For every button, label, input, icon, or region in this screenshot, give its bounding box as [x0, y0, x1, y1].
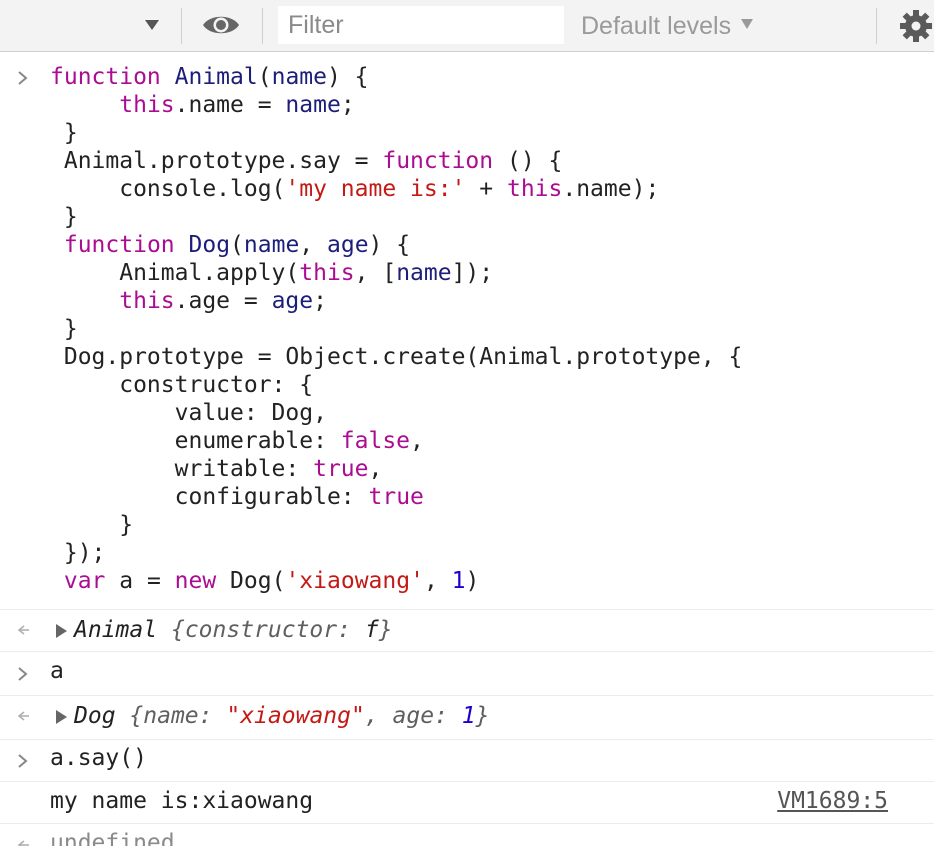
- toolbar-separator: [876, 8, 877, 44]
- console-result-entry: Animal {constructor: f}: [0, 610, 934, 652]
- result-arrow-icon: [17, 840, 29, 846]
- log-levels-dropdown[interactable]: Default levels: [581, 10, 755, 42]
- chevron-right-icon: [18, 71, 28, 85]
- console-toolbar: Default levels: [0, 0, 934, 52]
- toolbar-separator: [262, 8, 263, 44]
- result-arrow-icon: [17, 625, 29, 635]
- chevron-down-icon: [741, 19, 754, 29]
- command-text: a.say(): [50, 745, 147, 771]
- code-input: function Animal(name) { this.name = name…: [50, 64, 743, 594]
- console-result-entry: undefined: [0, 824, 934, 846]
- command-text: a: [50, 658, 64, 684]
- console-input-entry: function Animal(name) { this.name = name…: [0, 52, 934, 610]
- console-input-entry: a: [0, 652, 934, 696]
- console-input-entry: a.say(): [0, 740, 934, 782]
- expand-triangle-icon[interactable]: [54, 709, 68, 725]
- eye-icon[interactable]: [200, 10, 242, 40]
- console-result-entry: Dog {name: "xiaowang", age: 1}: [0, 696, 934, 740]
- filter-input[interactable]: [278, 6, 564, 44]
- object-preview[interactable]: Dog {name: "xiaowang", age: 1}: [74, 703, 490, 729]
- chevron-right-icon: [18, 754, 28, 768]
- gear-icon[interactable]: [898, 8, 934, 44]
- log-message: my name is:xiaowang: [50, 788, 314, 814]
- log-levels-label: Default levels: [581, 11, 732, 40]
- object-preview[interactable]: Animal {constructor: f}: [74, 617, 393, 643]
- expand-triangle-icon[interactable]: [54, 623, 68, 639]
- source-link[interactable]: VM1689:5: [777, 788, 888, 814]
- chevron-right-icon: [18, 667, 28, 681]
- dropdown-arrow-icon[interactable]: [140, 12, 164, 36]
- toolbar-separator: [181, 8, 182, 44]
- console-log-entry: my name is:xiaowang VM1689:5: [0, 782, 934, 824]
- result-arrow-icon: [17, 711, 29, 721]
- console-messages: function Animal(name) { this.name = name…: [0, 52, 934, 846]
- undefined-result: undefined: [50, 830, 175, 846]
